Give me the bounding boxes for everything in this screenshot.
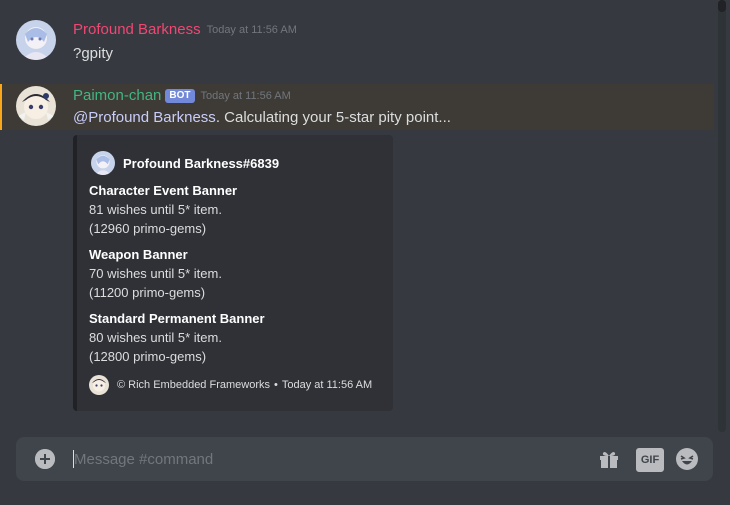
rich-embed: Profound Barkness#6839 Character Event B…	[73, 135, 393, 411]
footer-text: © Rich Embedded Frameworks	[117, 379, 270, 391]
field-title: Standard Permanent Banner	[89, 311, 265, 326]
embed-author-name: Profound Barkness#6839	[123, 155, 280, 171]
field-value: 70 wishes until 5* item.	[89, 266, 222, 281]
scrollbar-track[interactable]	[718, 0, 726, 432]
scrollbar-thumb[interactable]	[718, 0, 726, 12]
embed-field: Character Event Banner 81 wishes until 5…	[89, 182, 237, 238]
gift-button[interactable]	[598, 448, 620, 470]
emoji-button[interactable]	[676, 448, 698, 470]
embed-footer: © Rich Embedded Frameworks • Today at 11…	[89, 375, 372, 395]
user-avatar[interactable]	[16, 20, 56, 60]
timestamp: Today at 11:56 AM	[200, 90, 291, 102]
embed-field: Standard Permanent Banner 80 wishes unti…	[89, 310, 265, 366]
message-item[interactable]: Profound Barkness Today at 11:56 AM ?gpit…	[0, 14, 714, 74]
embed-field: Weapon Banner 70 wishes until 5* item. (…	[89, 246, 222, 302]
footer-icon	[89, 375, 109, 395]
embed-author-avatar	[91, 151, 115, 175]
message-content: @Profound Barkness. Calculating your 5-s…	[73, 109, 451, 126]
message-header: Profound Barkness Today at 11:56 AM	[73, 21, 297, 39]
message-header: Paimon-chan BOT Today at 11:56 AM	[73, 87, 291, 105]
message-composer: GIF	[16, 437, 713, 481]
field-value: 80 wishes until 5* item.	[89, 330, 222, 345]
field-value: (12960 primo-gems)	[89, 221, 207, 236]
bot-tag: BOT	[165, 89, 195, 103]
gift-icon	[600, 452, 618, 468]
message-content: ?gpity	[73, 45, 114, 62]
field-value: 81 wishes until 5* item.	[89, 202, 222, 217]
field-title: Character Event Banner	[89, 183, 238, 198]
footer-timestamp: Today at 11:56 AM	[281, 379, 373, 391]
chat-window: Profound Barkness Today at 11:56 AM ?gpit…	[0, 0, 730, 505]
timestamp: Today at 11:56 AM	[206, 24, 297, 36]
field-value: (12800 primo-gems)	[89, 349, 207, 364]
message-input[interactable]	[74, 437, 534, 481]
upload-plus-button[interactable]	[35, 449, 55, 469]
emoji-icon	[676, 448, 698, 470]
message-text: . Calculating your 5-star pity point...	[215, 109, 451, 126]
bot-avatar[interactable]	[16, 86, 56, 126]
mention-highlight-bar	[0, 84, 2, 130]
gif-button[interactable]: GIF	[636, 448, 664, 472]
plus-icon	[35, 449, 55, 469]
username[interactable]: Profound Barkness	[73, 21, 201, 38]
embed-author: Profound Barkness#6839	[91, 151, 279, 175]
username[interactable]: Paimon-chan	[73, 87, 161, 104]
footer-separator: •	[274, 379, 278, 391]
field-title: Weapon Banner	[89, 247, 188, 262]
user-mention[interactable]: @Profound Barkness	[73, 109, 216, 126]
field-value: (11200 primo-gems)	[89, 285, 206, 300]
message-item-mention[interactable]: Paimon-chan BOT Today at 11:56 AM @Profoun…	[0, 84, 714, 130]
